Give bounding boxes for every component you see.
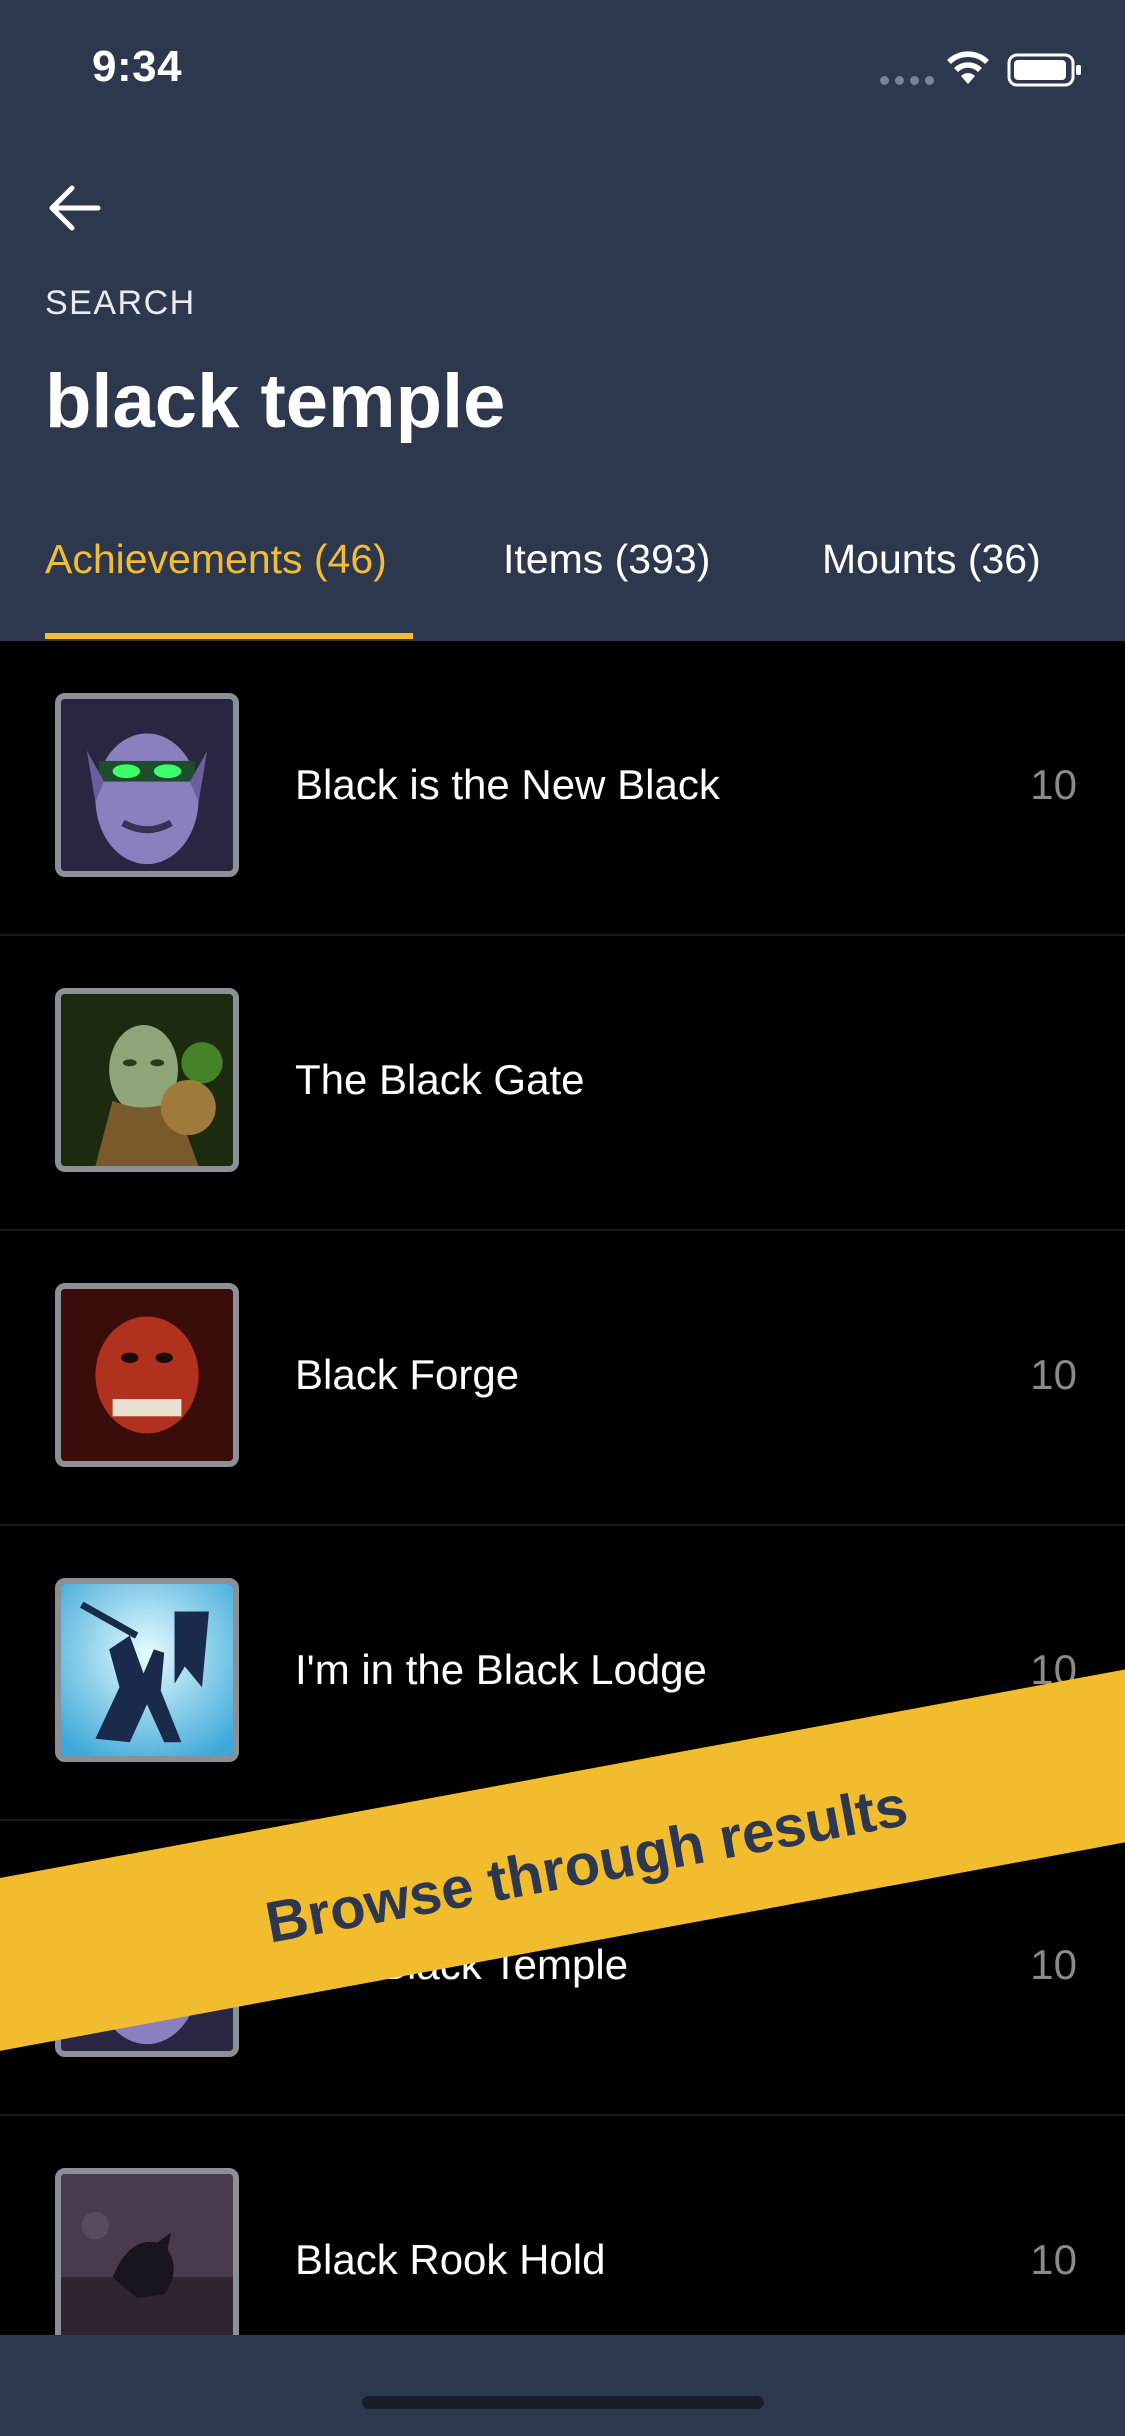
cellular-signal-icon — [880, 76, 934, 85]
back-arrow-icon[interactable] — [42, 176, 106, 240]
result-points: 10 — [1030, 1351, 1077, 1398]
tab-mounts[interactable]: Mounts (36) — [822, 536, 1041, 583]
list-item[interactable]: Black Forge 10 — [0, 1231, 1125, 1526]
active-tab-indicator — [45, 633, 413, 639]
status-time: 9:34 — [92, 42, 183, 91]
result-title: Black Rook Hold — [295, 2236, 606, 2283]
search-label: SEARCH — [45, 284, 196, 322]
home-indicator[interactable] — [362, 2396, 764, 2409]
list-item[interactable]: Black Rook Hold 10 — [0, 2116, 1125, 2335]
result-points: 10 — [1030, 2236, 1077, 2283]
list-item[interactable]: The Black Gate — [0, 936, 1125, 1231]
silhouette-banner-icon — [55, 1578, 239, 1762]
result-points: 10 — [1030, 1941, 1077, 1988]
illidan-portrait-icon — [55, 693, 239, 877]
result-title: The Black Gate — [295, 1056, 585, 1103]
results-list: Black is the New Black 10 The Black Gate — [0, 641, 1125, 2335]
bottom-bar — [0, 2335, 1125, 2436]
battery-icon — [1007, 53, 1081, 87]
tab-achievements[interactable]: Achievements (46) — [45, 536, 387, 583]
akama-portrait-icon — [55, 988, 239, 1172]
result-points: 10 — [1030, 761, 1077, 808]
header: 9:34 SEARCH black temple Achievements (4… — [0, 0, 1125, 641]
orc-portrait-icon — [55, 1283, 239, 1467]
list-item[interactable]: Black is the New Black 10 — [0, 641, 1125, 936]
tab-bar: Achievements (46) Items (393) Mounts (36… — [0, 530, 1125, 641]
wifi-icon — [947, 51, 989, 84]
raven-icon — [55, 2168, 239, 2335]
page-title: black temple — [45, 359, 506, 444]
result-title: I'm in the Black Lodge — [295, 1646, 707, 1693]
result-title: Black Forge — [295, 1351, 520, 1398]
tab-items[interactable]: Items (393) — [503, 536, 710, 583]
result-title: Black is the New Black — [295, 761, 720, 808]
